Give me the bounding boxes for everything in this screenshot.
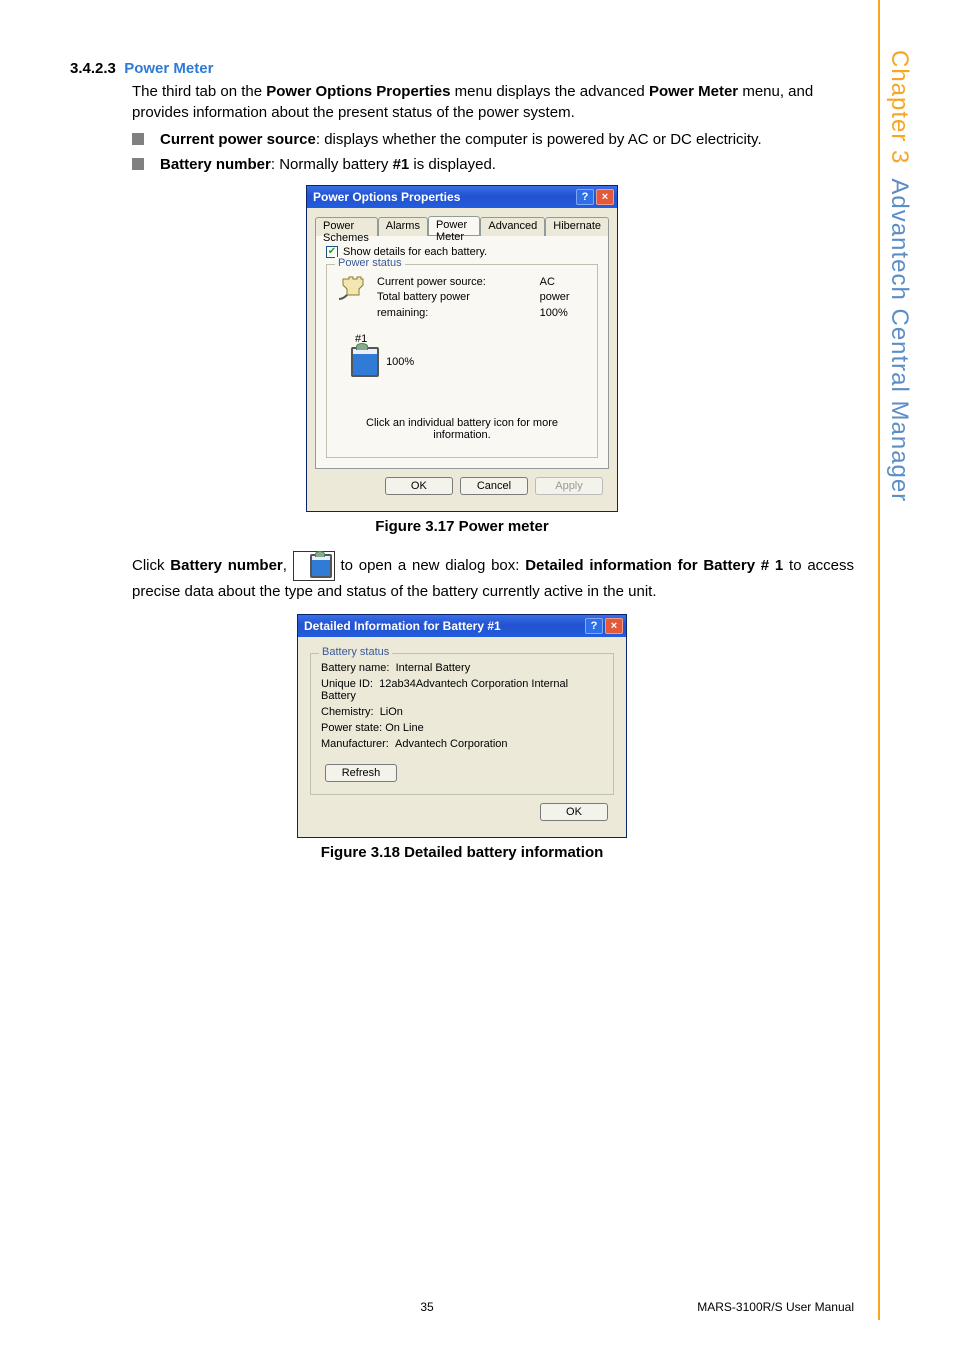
tab-power-schemes[interactable]: Power Schemes bbox=[315, 217, 378, 236]
page-footer: 35 MARS-3100R/S User Manual bbox=[0, 1300, 854, 1314]
manufacturer-label: Manufacturer: bbox=[321, 738, 389, 750]
cps-label: Current power source: bbox=[377, 276, 486, 288]
tbpr-label: Total battery power remaining: bbox=[377, 291, 470, 318]
tab-alarms[interactable]: Alarms bbox=[378, 217, 428, 236]
dialog-tabs: Power Schemes Alarms Power Meter Advance… bbox=[315, 216, 609, 236]
chapter-title: Advantech Central Manager bbox=[886, 178, 913, 502]
plug-icon bbox=[337, 275, 367, 301]
battery-icon bbox=[310, 554, 332, 578]
chemistry-label: Chemistry: bbox=[321, 706, 374, 718]
battery-icon[interactable] bbox=[351, 347, 379, 377]
chemistry-value: LiOn bbox=[380, 706, 403, 718]
dialog-titlebar[interactable]: Power Options Properties ? × bbox=[307, 186, 617, 208]
dialog-title: Detailed Information for Battery #1 bbox=[304, 619, 501, 633]
battery-status-legend: Battery status bbox=[319, 646, 392, 658]
close-icon[interactable]: × bbox=[605, 618, 623, 634]
apply-button[interactable]: Apply bbox=[535, 477, 603, 495]
tab-power-meter[interactable]: Power Meter bbox=[428, 216, 480, 235]
doc-title: MARS-3100R/S User Manual bbox=[697, 1300, 854, 1314]
chapter-sidebar-text: Chapter 3 Advantech Central Manager bbox=[885, 50, 913, 502]
section-number: 3.4.2.3 bbox=[70, 60, 116, 77]
inline-battery-icon-frame bbox=[293, 551, 335, 581]
chapter-sidebar: Chapter 3 Advantech Central Manager bbox=[878, 0, 918, 1320]
manufacturer-value: Advantech Corporation bbox=[395, 738, 508, 750]
power-options-dialog: Power Options Properties ? × Power Schem… bbox=[306, 185, 618, 512]
help-icon[interactable]: ? bbox=[585, 618, 603, 634]
refresh-button[interactable]: Refresh bbox=[325, 764, 397, 782]
cancel-button[interactable]: Cancel bbox=[460, 477, 528, 495]
page-number: 35 bbox=[420, 1300, 433, 1314]
bullet-current-power-source: Current power source: displays whether t… bbox=[132, 129, 854, 150]
ok-button[interactable]: OK bbox=[385, 477, 453, 495]
section-heading: 3.4.2.3 Power Meter bbox=[70, 60, 854, 77]
tbpr-value: 100% bbox=[540, 307, 568, 319]
unique-id-label: Unique ID: bbox=[321, 678, 373, 690]
battery-number-label: #1 bbox=[355, 333, 587, 345]
power-state-value: On Line bbox=[385, 722, 424, 734]
bullet-battery-number: Battery number: Normally battery #1 is d… bbox=[132, 154, 854, 175]
ok-button[interactable]: OK bbox=[540, 803, 608, 821]
power-status-legend: Power status bbox=[335, 257, 405, 269]
battery-name-value: Internal Battery bbox=[396, 662, 471, 674]
detailed-battery-dialog: Detailed Information for Battery #1 ? × … bbox=[297, 614, 627, 838]
paragraph-click-battery: Click Battery number, to open a new dial… bbox=[132, 551, 854, 604]
chapter-label: Chapter 3 bbox=[886, 50, 913, 164]
power-state-label: Power state: bbox=[321, 722, 382, 734]
close-icon[interactable]: × bbox=[596, 189, 614, 205]
cps-value: AC power bbox=[540, 276, 570, 303]
bullet-icon bbox=[132, 158, 144, 170]
battery-hint: Click an individual battery icon for mor… bbox=[337, 417, 587, 441]
tab-hibernate[interactable]: Hibernate bbox=[545, 217, 609, 236]
figure-3-18-caption: Figure 3.18 Detailed battery information bbox=[70, 844, 854, 861]
dialog-titlebar[interactable]: Detailed Information for Battery #1 ? × bbox=[298, 615, 626, 637]
section-title: Power Meter bbox=[124, 60, 213, 77]
battery-name-label: Battery name: bbox=[321, 662, 389, 674]
section-paragraph-1: The third tab on the Power Options Prope… bbox=[132, 81, 854, 123]
dialog-title: Power Options Properties bbox=[313, 190, 460, 204]
bullet-icon bbox=[132, 133, 144, 145]
battery-percent: 100% bbox=[386, 356, 414, 368]
figure-3-17-caption: Figure 3.17 Power meter bbox=[70, 518, 854, 535]
help-icon[interactable]: ? bbox=[576, 189, 594, 205]
tab-advanced[interactable]: Advanced bbox=[480, 217, 545, 236]
